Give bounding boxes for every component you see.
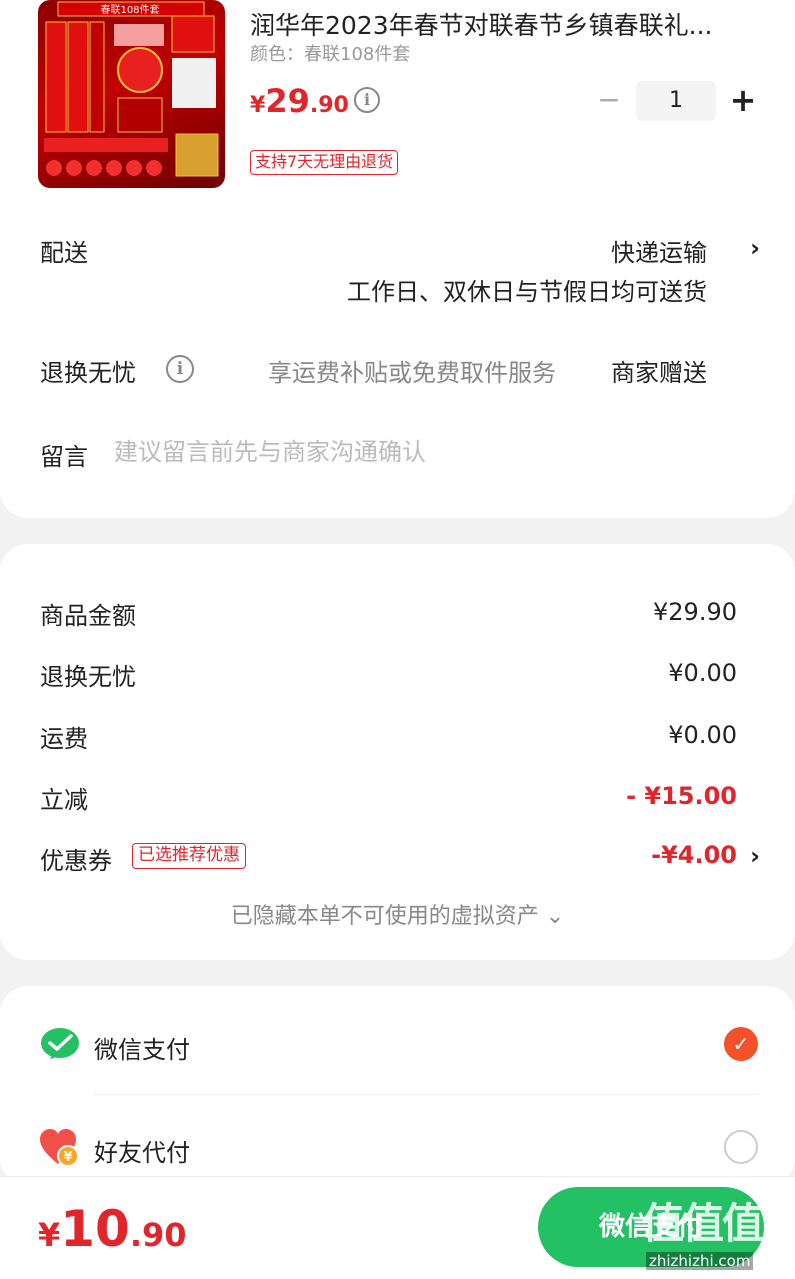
- site-watermark-url: zhizhizhi.com: [646, 1252, 754, 1270]
- payment-divider: [94, 1094, 759, 1095]
- site-watermark-logo: 值值值: [642, 1199, 764, 1248]
- order-total: ¥10.90: [38, 1200, 187, 1258]
- product-title[interactable]: 润华年2023年春节对联春节乡镇春联礼...: [250, 6, 770, 42]
- worry-free-gift: 商家赠送: [611, 359, 707, 387]
- worry-free-fee-label: 退换无忧: [40, 663, 136, 691]
- worry-free-description: 享运费补贴或免费取件服务: [268, 359, 556, 387]
- wechat-pay-label[interactable]: 微信支付: [94, 1030, 190, 1065]
- friend-pay-heart-icon: ¥: [38, 1128, 80, 1168]
- coupon-label[interactable]: 优惠券: [40, 841, 112, 876]
- coupon-selected-badge: 已选推荐优惠: [132, 843, 246, 869]
- shipping-label: 配送: [40, 239, 88, 267]
- price-decimal: .90: [309, 93, 349, 118]
- instant-discount-label: 立减: [40, 786, 88, 814]
- product-price: ¥29.90: [250, 82, 349, 120]
- hidden-assets-toggle[interactable]: 已隐藏本单不可使用的虚拟资产 ⌄: [0, 898, 795, 930]
- worry-free-label: 退换无忧: [40, 359, 136, 387]
- message-input[interactable]: [114, 435, 734, 469]
- coupon-value[interactable]: -¥4.00: [651, 841, 737, 869]
- quantity-decrease-button[interactable]: −: [596, 86, 622, 116]
- total-integer: 10: [60, 1200, 130, 1258]
- product-image[interactable]: 春联108件套: [38, 0, 225, 188]
- worry-free-fee-value: ¥0.00: [668, 659, 737, 687]
- friend-pay-label[interactable]: 好友代付: [94, 1133, 190, 1168]
- shipping-description: 工作日、双休日与节假日均可送货: [347, 278, 707, 306]
- freight-value: ¥0.00: [668, 721, 737, 749]
- price-info-icon[interactable]: i: [354, 87, 380, 113]
- product-image-art: 春联108件套: [44, 1, 219, 177]
- quantity-value[interactable]: 1: [636, 81, 716, 121]
- friend-pay-unchecked-radio[interactable]: [724, 1130, 758, 1164]
- shipping-chevron-right-icon[interactable]: ›: [750, 234, 760, 262]
- coupon-chevron-right-icon[interactable]: ›: [750, 842, 760, 870]
- message-label: 留言: [40, 443, 88, 471]
- svg-text:¥: ¥: [63, 1150, 72, 1165]
- wechat-pay-checked-icon[interactable]: ✓: [724, 1027, 758, 1061]
- price-integer: 29: [265, 82, 310, 120]
- wechat-pay-icon: [40, 1026, 80, 1062]
- shipping-method[interactable]: 快递运输: [611, 233, 707, 268]
- goods-amount-value: ¥29.90: [653, 598, 737, 626]
- quantity-increase-button[interactable]: +: [728, 82, 758, 118]
- product-image-banner: 春联108件套: [100, 3, 159, 16]
- worry-free-info-icon[interactable]: i: [166, 355, 194, 383]
- goods-amount-label: 商品金额: [40, 602, 136, 630]
- instant-discount-value: - ¥15.00: [626, 782, 737, 810]
- price-symbol: ¥: [250, 93, 266, 118]
- total-symbol: ¥: [38, 1216, 61, 1254]
- freight-label: 运费: [40, 725, 88, 753]
- product-variant: 颜色：春联108件套: [250, 44, 411, 65]
- return-policy-badge: 支持7天无理由退货: [250, 150, 399, 175]
- total-decimal: .90: [129, 1216, 187, 1254]
